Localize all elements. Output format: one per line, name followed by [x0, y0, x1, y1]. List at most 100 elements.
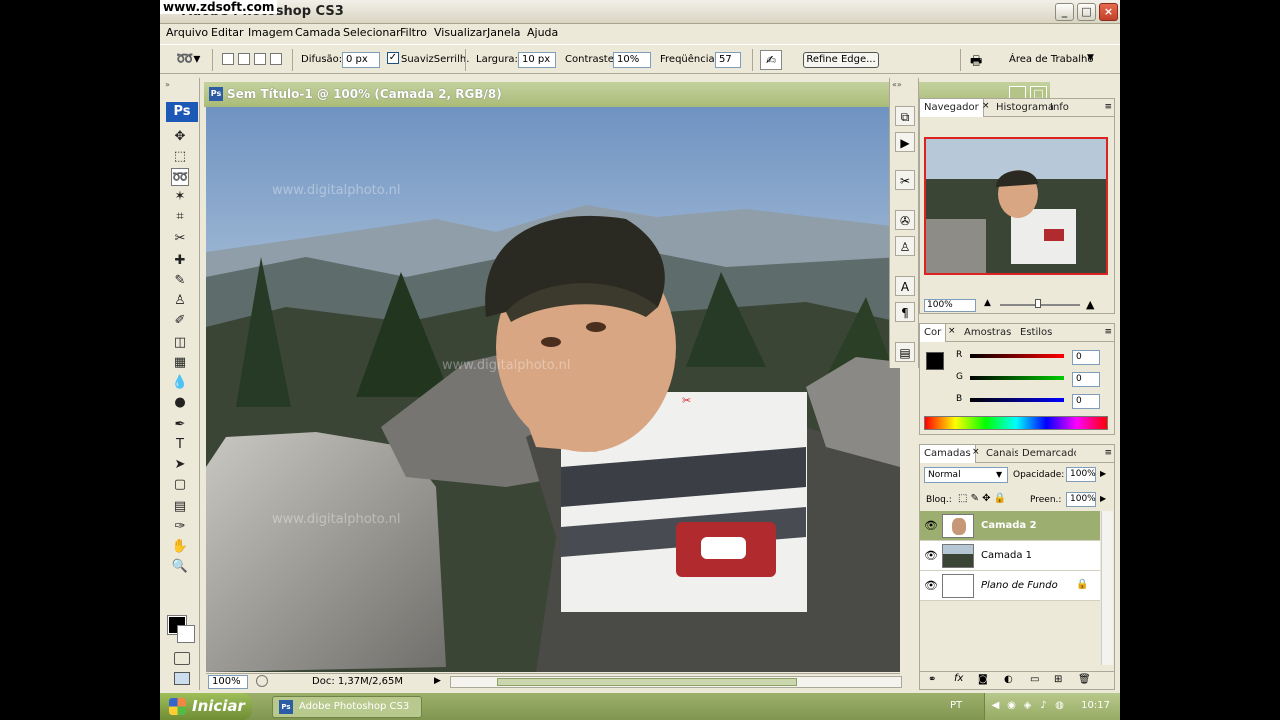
- gradient-icon[interactable]: ▦: [171, 354, 189, 372]
- clock[interactable]: 10:17: [1081, 700, 1110, 711]
- maximize-button[interactable]: □: [1077, 3, 1096, 21]
- path-selection-icon[interactable]: ➤: [171, 456, 189, 474]
- healing-brush-icon[interactable]: ✚: [171, 252, 189, 270]
- layers-scrollbar[interactable]: [1101, 511, 1113, 665]
- close-tab-icon[interactable]: ×: [982, 101, 990, 111]
- subtract-selection-icon[interactable]: [254, 53, 266, 65]
- color-fg-swatch[interactable]: [926, 352, 944, 370]
- dodge-icon[interactable]: ●: [171, 394, 189, 412]
- background-color-swatch[interactable]: [177, 625, 195, 643]
- eye-icon[interactable]: 👁: [924, 579, 938, 592]
- tray-security-icon[interactable]: ◈: [1021, 699, 1034, 712]
- lock-icons[interactable]: ⬚ ✎ ✥ 🔒: [958, 493, 1006, 504]
- panel-menu-icon[interactable]: ≡: [1104, 102, 1112, 112]
- hand-icon[interactable]: ✋: [171, 538, 189, 556]
- tray-network-icon[interactable]: ◉: [1005, 699, 1018, 712]
- new-selection-icon[interactable]: [222, 53, 234, 65]
- tab-canais[interactable]: Canais: [982, 445, 1018, 463]
- ps-logo[interactable]: Ps: [166, 102, 198, 122]
- contrast-input[interactable]: 10%: [613, 52, 651, 68]
- close-button[interactable]: ×: [1099, 3, 1118, 21]
- width-input[interactable]: 10 px: [518, 52, 556, 68]
- minimize-button[interactable]: _: [1055, 3, 1074, 21]
- status-menu-arrow-icon[interactable]: ▶: [434, 676, 441, 686]
- opacity-arrow-icon[interactable]: ▶: [1100, 469, 1106, 478]
- menu-editar[interactable]: Editar: [211, 26, 244, 39]
- chevron-down-icon[interactable]: ▼: [1087, 53, 1094, 63]
- image-canvas[interactable]: www.digitalphoto.nl www.digitalphoto.nl …: [206, 107, 900, 672]
- scroll-thumb[interactable]: [497, 678, 797, 686]
- layer-row-camada-2[interactable]: 👁 Camada 2: [920, 511, 1100, 541]
- channel-value[interactable]: 0: [1072, 372, 1100, 387]
- history-icon[interactable]: ⧉: [895, 106, 915, 126]
- start-button[interactable]: Iniciar: [160, 693, 252, 720]
- tray-arrow-icon[interactable]: ◀: [989, 699, 1002, 712]
- workspace-menu[interactable]: Área de Trabalho: [1009, 54, 1093, 65]
- crop-icon[interactable]: ⌗: [171, 208, 189, 226]
- shape-icon[interactable]: ▢: [171, 476, 189, 494]
- magic-wand-icon[interactable]: ✶: [171, 188, 189, 206]
- chevron-down-icon[interactable]: ▼: [996, 470, 1002, 479]
- close-tab-icon[interactable]: ×: [972, 447, 980, 457]
- tab-amostras[interactable]: Amostras: [960, 324, 1015, 342]
- intersect-selection-icon[interactable]: [270, 53, 282, 65]
- navigator-thumbnail[interactable]: [924, 137, 1108, 275]
- screen-mode-icon[interactable]: [174, 672, 190, 685]
- opacity-input[interactable]: 100%: [1066, 467, 1096, 482]
- clone-stamp-icon[interactable]: ♙: [171, 292, 189, 310]
- layer-name[interactable]: Camada 2: [981, 520, 1037, 531]
- menu-ajuda[interactable]: Ajuda: [527, 26, 558, 39]
- magnetic-lasso-tool-icon[interactable]: ➿▾: [176, 51, 200, 67]
- brushes-icon[interactable]: ✇: [895, 210, 915, 230]
- channel-slider[interactable]: [970, 354, 1064, 358]
- new-layer-icon[interactable]: ⊞: [1054, 674, 1062, 685]
- refine-edge-button[interactable]: Refine Edge...: [803, 52, 879, 68]
- zoom-out-icon[interactable]: ▲: [984, 298, 991, 308]
- navigator-zoom-field[interactable]: 100%: [924, 299, 976, 312]
- tab-cor[interactable]: Cor: [920, 324, 947, 342]
- magnetic-lasso-icon[interactable]: ➿: [171, 168, 189, 186]
- layer-row-plano-de-fundo[interactable]: 👁 Plano de Fundo 🔒: [920, 571, 1100, 601]
- panel-menu-icon[interactable]: ≡: [1104, 327, 1112, 337]
- color-spectrum[interactable]: [924, 416, 1108, 430]
- menu-camada[interactable]: Camada: [295, 26, 341, 39]
- collapse-arrows-icon[interactable]: »: [165, 80, 170, 89]
- menu-filtro[interactable]: Filtro: [400, 26, 427, 39]
- tray-volume-icon[interactable]: ♪: [1037, 699, 1050, 712]
- paragraph-icon[interactable]: ¶: [895, 302, 915, 322]
- menu-visualizar[interactable]: Visualizar: [434, 26, 487, 39]
- menu-arquivo[interactable]: Arquivo: [166, 26, 208, 39]
- panel-menu-icon[interactable]: ≡: [1104, 448, 1112, 458]
- zoom-in-icon[interactable]: ▲: [1086, 298, 1094, 311]
- layer-name[interactable]: Camada 1: [981, 550, 1032, 561]
- zoom-slider-thumb[interactable]: [1035, 299, 1041, 308]
- tray-app-icon[interactable]: ◍: [1053, 699, 1066, 712]
- tool-presets-icon[interactable]: ✂: [895, 170, 915, 190]
- tab-demarcadores[interactable]: Demarcadores: [1018, 445, 1076, 463]
- language-indicator[interactable]: PT: [950, 700, 962, 711]
- horizontal-scrollbar[interactable]: [450, 676, 902, 688]
- frequency-input[interactable]: 57: [715, 52, 741, 68]
- blur-icon[interactable]: 💧: [171, 374, 189, 392]
- trash-icon[interactable]: 🗑: [1078, 674, 1091, 685]
- tab-camadas[interactable]: Camadas: [920, 445, 976, 463]
- type-icon[interactable]: T: [171, 436, 189, 454]
- fill-input[interactable]: 100%: [1066, 492, 1096, 507]
- dock-collapse-icon[interactable]: «»: [892, 80, 902, 89]
- antialias-checkbox[interactable]: ✓: [387, 52, 399, 64]
- add-selection-icon[interactable]: [238, 53, 250, 65]
- eye-icon[interactable]: 👁: [924, 549, 938, 562]
- notes-icon[interactable]: ▤: [171, 498, 189, 516]
- fx-icon[interactable]: fx: [954, 673, 963, 684]
- fill-arrow-icon[interactable]: ▶: [1100, 494, 1106, 503]
- pen-pressure-icon[interactable]: ✍: [760, 50, 782, 70]
- channel-value[interactable]: 0: [1072, 394, 1100, 409]
- menu-imagem[interactable]: Imagem: [248, 26, 293, 39]
- menu-selecionar[interactable]: Selecionar: [343, 26, 401, 39]
- eraser-icon[interactable]: ◫: [171, 334, 189, 352]
- tab-info[interactable]: Info: [1046, 99, 1073, 117]
- status-options-icon[interactable]: [256, 675, 268, 687]
- clone-source-icon[interactable]: ♙: [895, 236, 915, 256]
- brush-icon[interactable]: ✎: [171, 272, 189, 290]
- eye-icon[interactable]: 👁: [924, 519, 938, 532]
